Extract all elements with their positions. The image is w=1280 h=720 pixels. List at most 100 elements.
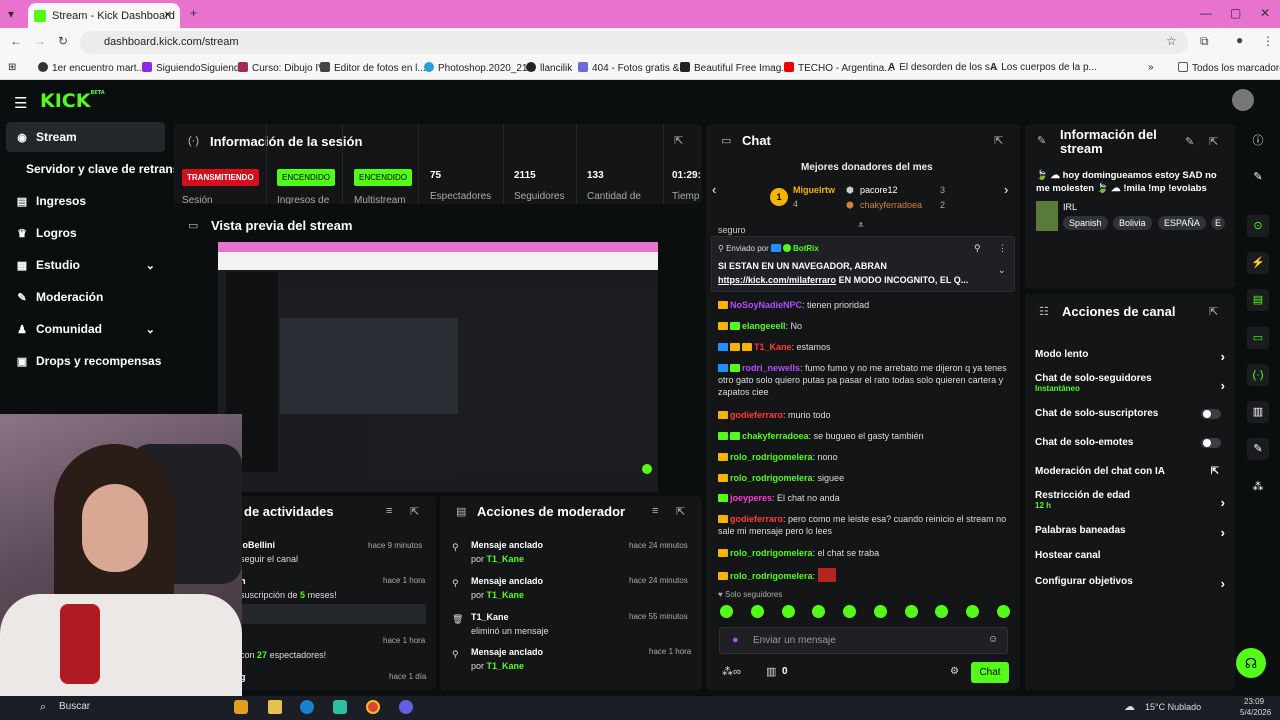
pinned-link[interactable]: https://kick.com/milaferraro xyxy=(718,275,836,285)
bookmark-item[interactable]: Beautiful Free Imag... xyxy=(680,62,790,74)
tab-search-icon[interactable]: ▾ xyxy=(8,7,14,21)
emote-icon[interactable] xyxy=(843,605,857,618)
document-icon[interactable]: ▤ xyxy=(1247,289,1269,311)
apps-icon[interactable]: ⊞ xyxy=(8,62,16,73)
edit-icon[interactable]: ✎ xyxy=(1185,135,1194,148)
chat-message[interactable]: godieferraro: murio todo xyxy=(718,409,1008,421)
bookmark-item[interactable]: A El desorden de los s... xyxy=(888,62,998,73)
sidebar-item-stream[interactable]: ◉ Stream xyxy=(6,122,165,152)
close-window-icon[interactable]: ✕ xyxy=(1260,6,1270,20)
banned-words-option[interactable]: Palabras baneadas › xyxy=(1035,525,1225,540)
emote-icon[interactable] xyxy=(966,605,980,618)
bookmark-item[interactable]: Curso: Dibujo IV xyxy=(238,62,325,74)
chat-message[interactable]: chakyferradoea: se bugueo el gasty tambi… xyxy=(718,430,1008,442)
chat-message[interactable]: godieferraro: pero como me leiste esa? c… xyxy=(718,513,1008,537)
emoji-icon[interactable]: ☺ xyxy=(988,634,998,645)
chat-message[interactable]: elangeeell: No xyxy=(718,320,1008,332)
emote-icon[interactable] xyxy=(935,605,949,618)
app-icon[interactable] xyxy=(234,700,248,714)
host-channel-option[interactable]: Hostear canal xyxy=(1035,550,1225,561)
obs-icon[interactable] xyxy=(399,700,413,714)
menu-icon[interactable]: ⋮ xyxy=(1262,34,1274,48)
next-arrow-icon[interactable]: › xyxy=(1004,182,1008,197)
subscribers-only-toggle[interactable] xyxy=(1201,409,1221,419)
mic-icon[interactable]: ● xyxy=(732,634,739,646)
emote-icon[interactable] xyxy=(812,605,826,618)
chat-message[interactable]: rodri_newells: fumo fumo y no me arrebat… xyxy=(718,362,1008,398)
broadcast-icon[interactable]: (·) xyxy=(1247,364,1269,386)
collapse-icon[interactable]: ⩡ xyxy=(858,220,864,231)
community-icon[interactable]: ⁂ xyxy=(1247,476,1269,498)
sidebar-item-logros[interactable]: ♛ Logros xyxy=(6,218,165,248)
edit-pencil-icon[interactable]: ✎ xyxy=(1247,166,1269,188)
popout-icon[interactable]: ⇱ xyxy=(994,134,1003,147)
settings-gear-icon[interactable]: ⚙ xyxy=(950,666,959,677)
profile-icon[interactable]: ● xyxy=(1236,33,1243,47)
info-icon[interactable]: ⓘ xyxy=(1247,130,1269,152)
bookmark-item[interactable]: SiguiendoSiguiendo xyxy=(142,62,245,74)
weather-text[interactable]: 15°C Nublado xyxy=(1145,702,1201,712)
emote-icon[interactable] xyxy=(720,605,733,618)
maximize-icon[interactable]: ▢ xyxy=(1230,6,1241,20)
new-tab-icon[interactable]: + xyxy=(190,6,197,20)
extensions-icon[interactable]: ⧉ xyxy=(1200,34,1209,49)
tag-pill[interactable]: ESPAÑA xyxy=(1158,216,1206,230)
address-bar[interactable]: dashboard.kick.com/stream xyxy=(80,31,1188,54)
sidebar-item-server-key[interactable]: Servidor y clave de retransmi xyxy=(6,154,176,184)
more-options-icon[interactable]: ⋮ xyxy=(998,243,1007,254)
emotes-only-toggle[interactable] xyxy=(1201,438,1221,448)
chat-message[interactable]: NoSoyNadieNPC: tienen prioridad xyxy=(718,299,1008,311)
emote-icon[interactable] xyxy=(873,605,887,618)
sidebar-item-comunidad[interactable]: ♟ Comunidad ⌄ xyxy=(6,314,165,344)
bookmark-item[interactable]: 404 - Fotos gratis &... xyxy=(578,62,688,74)
quick-actions-icon[interactable]: ⚡ xyxy=(1247,252,1269,274)
tag-pill[interactable]: Spanish xyxy=(1063,216,1108,230)
tag-pill[interactable]: E xyxy=(1211,216,1226,230)
minimize-icon[interactable]: — xyxy=(1200,6,1212,20)
bookmark-item[interactable]: TECHO - Argentina... xyxy=(784,62,892,74)
forward-icon[interactable]: → xyxy=(34,34,46,48)
chat-message[interactable]: rolo_rodrigomelera: xyxy=(718,568,1008,582)
taskbar-search[interactable]: Buscar xyxy=(59,701,90,712)
help-support-icon[interactable]: ☊ xyxy=(1236,648,1266,678)
chat-message[interactable]: rolo_rodrigomelera: siguee xyxy=(718,472,1008,484)
stream-preview-video[interactable] xyxy=(218,242,658,492)
user-avatar[interactable] xyxy=(1232,89,1254,111)
prev-arrow-icon[interactable]: ‹ xyxy=(712,182,716,197)
pin-icon[interactable]: ⚲ xyxy=(974,243,981,254)
pinned-message[interactable]: ⚲ Enviado por BotRix ⚲ ⋮ SI ESTAN EN UN … xyxy=(711,236,1015,292)
app-icon[interactable] xyxy=(333,700,347,714)
emote-icon[interactable] xyxy=(904,605,918,618)
mod-tools-icon[interactable]: ▥ xyxy=(1247,401,1269,423)
chat-message[interactable]: rolo_rodrigomelera: nono xyxy=(718,451,1008,463)
popout-icon[interactable]: ⇱ xyxy=(1209,135,1218,148)
browser-tab[interactable]: Stream - Kick Dashboard ✕ xyxy=(28,3,180,28)
popout-icon[interactable]: ⇱ xyxy=(676,505,685,518)
age-restriction-option[interactable]: Restricción de edad 12 h › xyxy=(1035,490,1225,510)
filter-icon[interactable]: ≡ xyxy=(652,505,658,517)
sidebar-item-drops[interactable]: ▣ Drops y recompensas xyxy=(6,346,165,376)
emote-icon[interactable] xyxy=(996,605,1010,618)
chrome-icon[interactable] xyxy=(366,700,380,714)
gift-icon[interactable]: ▥ xyxy=(766,665,776,678)
chat-input[interactable]: ● Enviar un mensaje ☺ xyxy=(719,627,1008,654)
edge-icon[interactable] xyxy=(300,700,314,714)
wrench-icon[interactable]: ✎ xyxy=(1247,438,1269,460)
ai-moderation-option[interactable]: Moderación del chat con IA ⇱ xyxy=(1035,466,1225,477)
sidebar-item-estudio[interactable]: ▦ Estudio ⌄ xyxy=(6,250,165,280)
filter-icon[interactable]: ≡ xyxy=(386,505,392,517)
slow-mode-option[interactable]: Modo lento › xyxy=(1035,349,1225,364)
sidebar-item-moderacion[interactable]: ✎ Moderación xyxy=(6,282,165,312)
all-bookmarks[interactable]: Todos los marcadores xyxy=(1178,62,1280,74)
back-icon[interactable]: ← xyxy=(10,34,22,48)
popout-icon[interactable]: ⇱ xyxy=(1209,305,1218,318)
file-explorer-icon[interactable] xyxy=(268,700,282,714)
goals-option[interactable]: Configurar objetivos › xyxy=(1035,576,1225,591)
activity-feed-icon[interactable]: ⊙ xyxy=(1247,215,1269,237)
bookmark-item[interactable]: A Los cuerpos de la p... xyxy=(990,62,1097,73)
chat-message[interactable]: joeyperes: El chat no anda xyxy=(718,492,1008,504)
popout-icon[interactable]: ⇱ xyxy=(410,505,419,518)
followers-only-option[interactable]: Chat de solo-seguidores Instantáneo › xyxy=(1035,373,1225,393)
bookmark-item[interactable]: llancilik xyxy=(526,62,572,74)
hamburger-menu-icon[interactable]: ☰ xyxy=(14,94,27,112)
